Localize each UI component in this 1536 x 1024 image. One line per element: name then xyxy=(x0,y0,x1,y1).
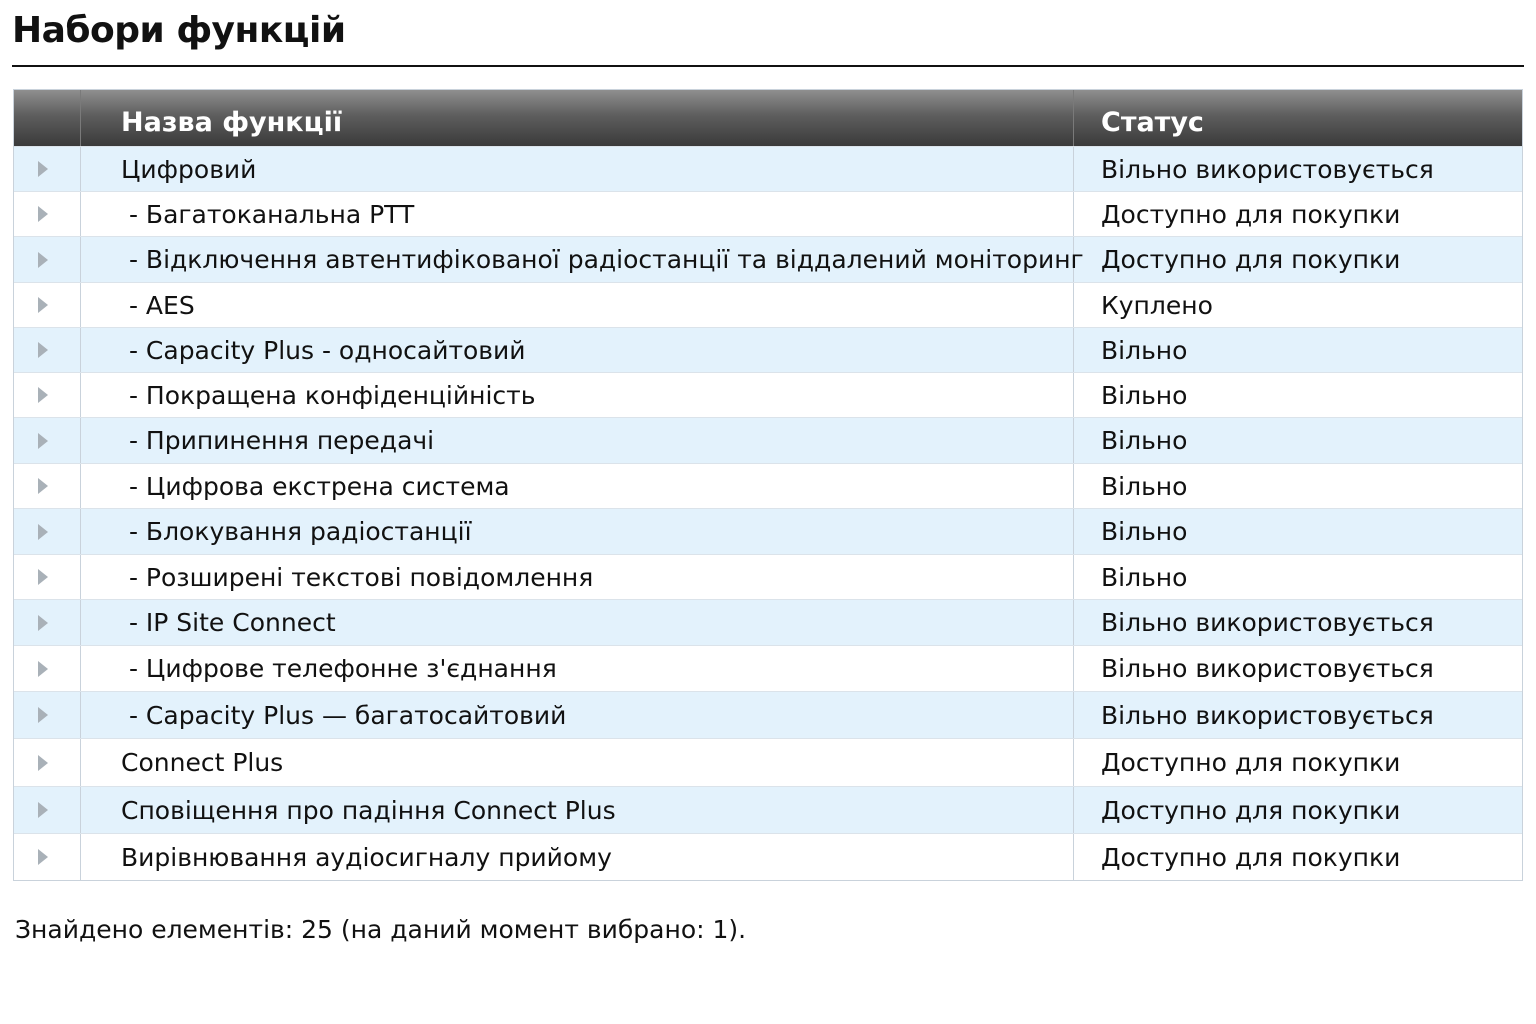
row-expander[interactable] xyxy=(14,147,81,191)
table-body: Цифровий Вільно використовується - Багато… xyxy=(14,146,1522,880)
row-expander[interactable] xyxy=(14,646,81,691)
feature-name-cell: - AES xyxy=(81,283,1074,327)
table-row[interactable]: Сповіщення про падіння Connect Plus Досту… xyxy=(14,786,1522,833)
table-row[interactable]: - Відключення автентифікованої радіостан… xyxy=(14,236,1522,282)
feature-name-cell: - Цифрова екстрена система xyxy=(81,464,1074,508)
feature-name-cell: - Розширені текстові повідомлення xyxy=(81,555,1074,599)
triangle-right-icon xyxy=(38,161,48,177)
status-cell: Вільно xyxy=(1101,335,1188,365)
feature-name-cell: - Припинення передачі xyxy=(81,418,1074,463)
triangle-right-icon xyxy=(38,387,48,403)
row-expander[interactable] xyxy=(14,373,81,417)
status-cell: Доступно для покупки xyxy=(1101,795,1401,825)
table-row[interactable]: - Цифрова екстрена система Вільно xyxy=(14,463,1522,508)
header-expander-column xyxy=(14,90,81,146)
row-expander[interactable] xyxy=(14,418,81,463)
triangle-right-icon xyxy=(38,432,48,449)
table-row[interactable]: - Розширені текстові повідомлення Вільно xyxy=(14,554,1522,599)
triangle-right-icon xyxy=(38,478,48,494)
table-row[interactable]: - Блокування радіостанції Вільно xyxy=(14,508,1522,554)
triangle-right-icon xyxy=(38,297,48,313)
triangle-right-icon xyxy=(38,660,48,677)
status-cell: Вільно xyxy=(1101,562,1188,592)
feature-name-cell: - IP Site Connect xyxy=(81,600,1074,645)
row-expander[interactable] xyxy=(14,739,81,786)
feature-name-cell: Сповіщення про падіння Connect Plus xyxy=(81,787,1074,833)
feature-name-cell: - Capacity Plus — багатосайтовий xyxy=(81,692,1074,738)
table-header: Назва функції Статус xyxy=(14,90,1522,146)
feature-name-cell: Вирівнювання аудіосигналу прийому xyxy=(81,834,1074,880)
status-cell: Доступно для покупки xyxy=(1101,245,1401,274)
row-expander[interactable] xyxy=(14,834,81,880)
feature-name-cell: - Покращена конфіденційність xyxy=(81,373,1074,417)
row-expander[interactable] xyxy=(14,600,81,645)
triangle-right-icon xyxy=(38,802,48,818)
status-cell: Вільно використовується xyxy=(1101,608,1434,637)
triangle-right-icon xyxy=(38,523,48,540)
row-expander[interactable] xyxy=(14,692,81,738)
triangle-right-icon xyxy=(38,569,48,585)
status-cell: Вільно використовується xyxy=(1101,654,1434,683)
row-expander[interactable] xyxy=(14,555,81,599)
feature-name-cell: - Багатоканальна PTT xyxy=(81,192,1074,236)
table-row[interactable]: - AES Куплено xyxy=(14,282,1522,327)
triangle-right-icon xyxy=(38,614,48,631)
items-found-summary: Знайдено елементів: 25 (на даний момент … xyxy=(15,915,747,944)
row-expander[interactable] xyxy=(14,787,81,833)
feature-name-cell: - Відключення автентифікованої радіостан… xyxy=(81,237,1084,282)
status-cell: Вільно xyxy=(1101,426,1188,455)
status-cell: Доступно для покупки xyxy=(1101,842,1401,872)
table-row[interactable]: Вирівнювання аудіосигналу прийому Доступн… xyxy=(14,833,1522,880)
table-row[interactable]: - Припинення передачі Вільно xyxy=(14,417,1522,463)
feature-name-cell: - Capacity Plus - односайтовий xyxy=(81,328,1074,372)
column-header-feature-name[interactable]: Назва функції xyxy=(81,90,1074,146)
table-row[interactable]: Цифровий Вільно використовується xyxy=(14,146,1522,191)
row-expander[interactable] xyxy=(14,509,81,554)
feature-name-cell: - Цифрове телефонне з'єднання xyxy=(81,646,1074,691)
feature-sets-table: Назва функції Статус Цифровий Вільно вико… xyxy=(13,89,1523,881)
triangle-right-icon xyxy=(38,707,48,723)
feature-name-cell: - Блокування радіостанції xyxy=(81,509,1074,554)
table-row[interactable]: - Багатоканальна PTT Доступно для покупки xyxy=(14,191,1522,236)
table-row[interactable]: - Покращена конфіденційність Вільно xyxy=(14,372,1522,417)
table-row[interactable]: - Цифрове телефонне з'єднання Вільно вико… xyxy=(14,645,1522,691)
status-cell: Вільно xyxy=(1101,471,1188,501)
row-expander[interactable] xyxy=(14,192,81,236)
feature-name-cell: Connect Plus xyxy=(81,739,1074,786)
table-row[interactable]: - IP Site Connect Вільно використовується xyxy=(14,599,1522,645)
row-expander[interactable] xyxy=(14,328,81,372)
page-title: Набори функцій xyxy=(12,10,346,51)
table-row[interactable]: - Capacity Plus — багатосайтовий Вільно в… xyxy=(14,691,1522,738)
status-cell: Доступно для покупки xyxy=(1101,748,1401,777)
triangle-right-icon xyxy=(38,849,48,865)
triangle-right-icon xyxy=(38,754,48,771)
table-row[interactable]: - Capacity Plus - односайтовий Вільно xyxy=(14,327,1522,372)
status-cell: Вільно використовується xyxy=(1101,700,1434,730)
table-row[interactable]: Connect Plus Доступно для покупки xyxy=(14,738,1522,786)
status-cell: Куплено xyxy=(1101,290,1213,320)
row-expander[interactable] xyxy=(14,464,81,508)
status-cell: Доступно для покупки xyxy=(1101,199,1401,229)
row-expander[interactable] xyxy=(14,237,81,282)
status-cell: Вільно використовується xyxy=(1101,154,1434,184)
title-divider xyxy=(12,65,1524,67)
row-expander[interactable] xyxy=(14,283,81,327)
triangle-right-icon xyxy=(38,206,48,222)
column-header-status[interactable]: Статус xyxy=(1074,90,1522,146)
status-cell: Вільно xyxy=(1101,380,1188,410)
status-cell: Вільно xyxy=(1101,517,1188,546)
triangle-right-icon xyxy=(38,251,48,268)
triangle-right-icon xyxy=(38,342,48,358)
feature-name-cell: Цифровий xyxy=(81,147,1074,191)
